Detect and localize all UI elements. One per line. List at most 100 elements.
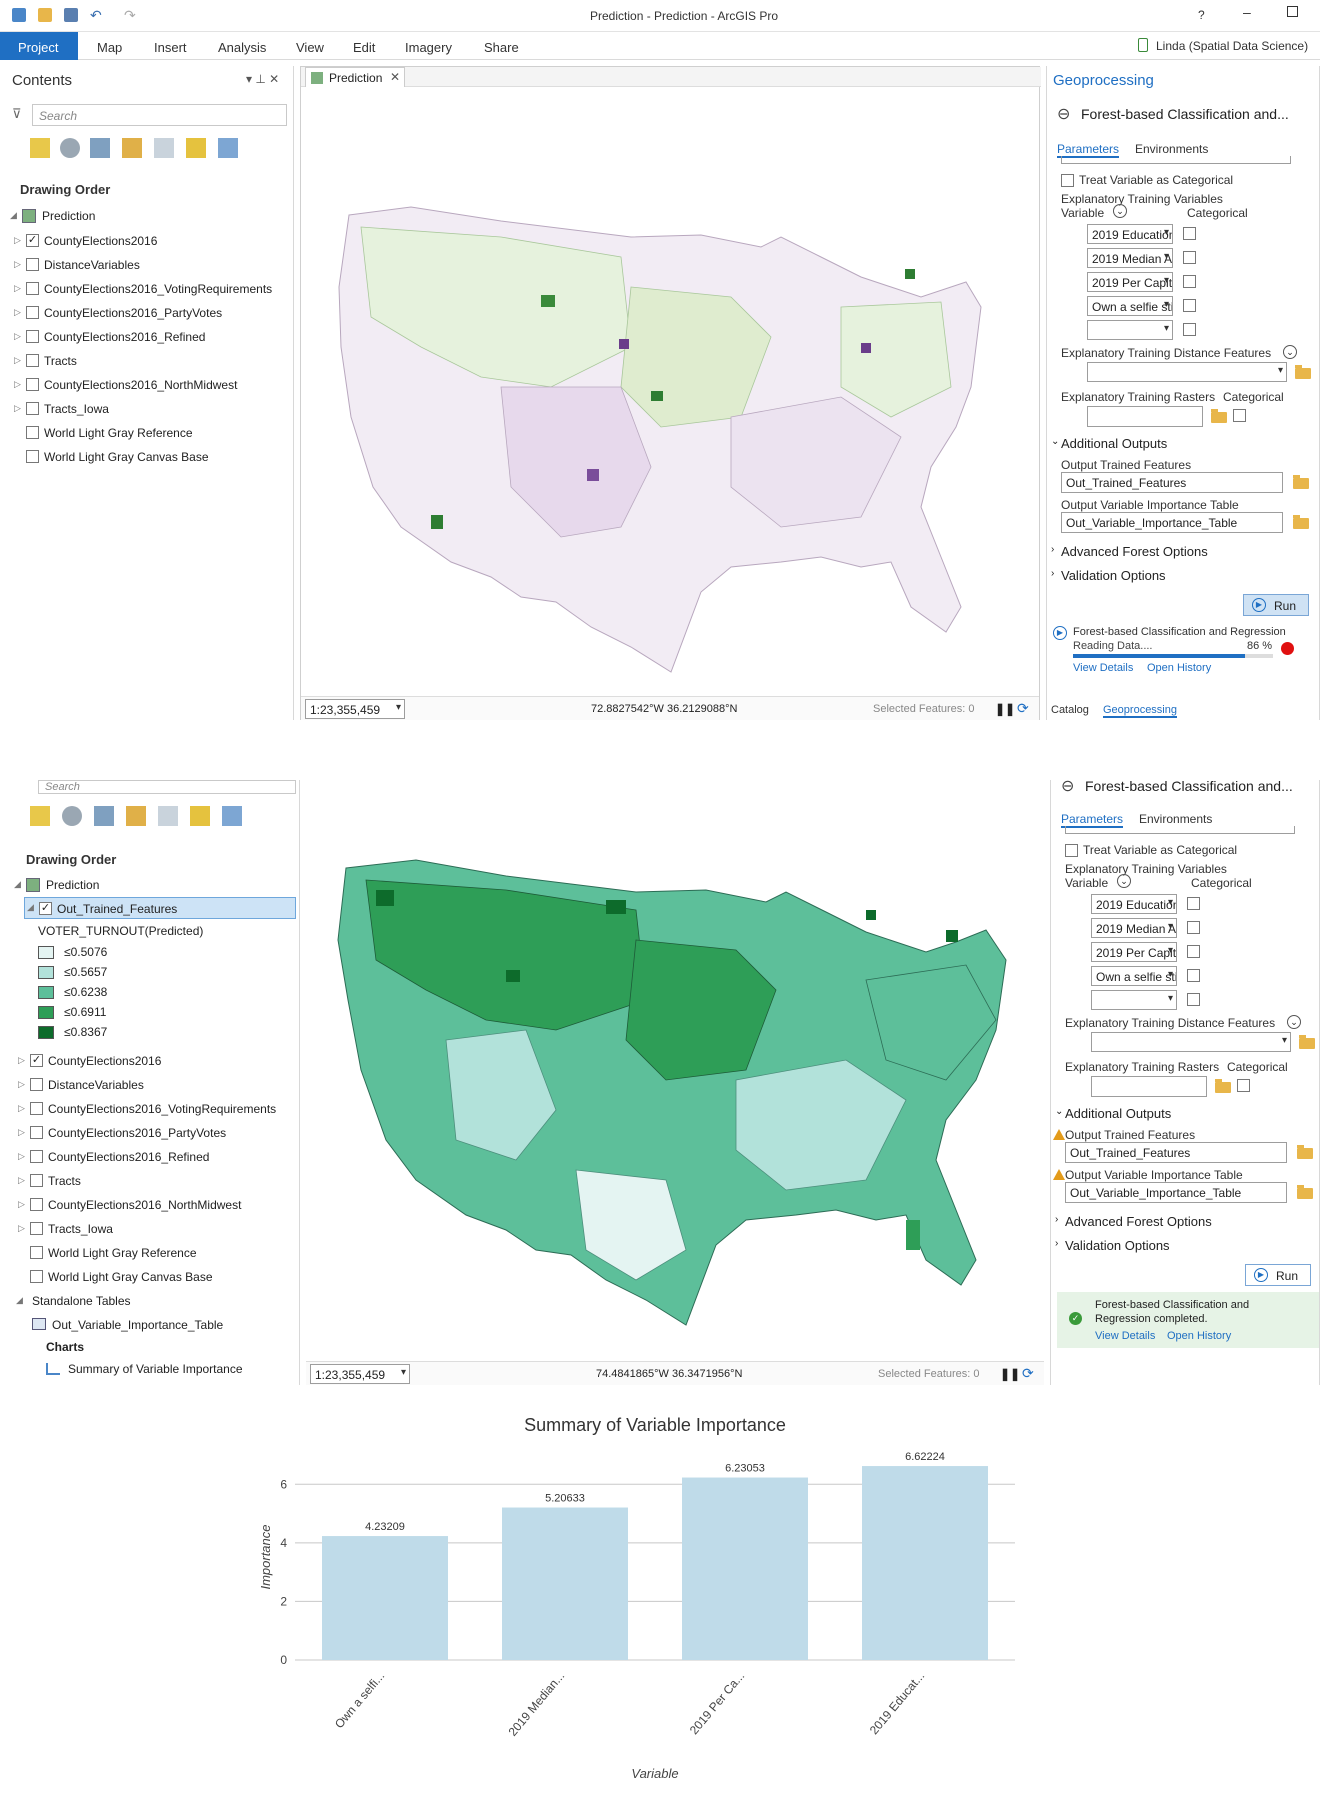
truncated-field[interactable]	[1061, 156, 1291, 164]
rasters-input[interactable]	[1091, 1076, 1207, 1097]
layer-item[interactable]: ▷ CountyElections2016_NorthMidwest	[10, 1194, 290, 1216]
expand-icon[interactable]: ›	[1051, 568, 1054, 579]
layer-visibility-checkbox[interactable]	[26, 258, 39, 271]
layer-visibility-checkbox[interactable]: ✓	[26, 234, 39, 247]
layer-visibility-checkbox[interactable]	[26, 354, 39, 367]
list-by-drawing-order-icon[interactable]	[30, 138, 50, 158]
bar[interactable]	[682, 1477, 808, 1660]
list-by-labeling-icon[interactable]	[186, 138, 206, 158]
layer-visibility-checkbox[interactable]	[26, 330, 39, 343]
tab-environments[interactable]: Environments	[1135, 142, 1208, 156]
out-table-input[interactable]: Out_Variable_Importance_Table	[1065, 1182, 1287, 1203]
view-details-link-2[interactable]: View Details	[1095, 1330, 1155, 1342]
variable-select[interactable]: Own a selfie sti	[1091, 966, 1177, 986]
layer-visibility-checkbox[interactable]	[30, 1270, 43, 1283]
minimize-icon[interactable]: –	[1243, 4, 1251, 20]
tab-environments-2[interactable]: Environments	[1139, 812, 1212, 826]
layer-visibility-checkbox[interactable]	[26, 402, 39, 415]
layer-visibility-checkbox[interactable]	[30, 1102, 43, 1115]
expand-arrow-icon[interactable]: ▷	[18, 1151, 25, 1162]
help-button[interactable]: ?	[1198, 8, 1205, 22]
tab-prediction[interactable]: Prediction ✕	[305, 67, 405, 87]
folder-icon[interactable]	[1295, 365, 1311, 379]
chevron-down-icon[interactable]: ⌄	[1287, 1015, 1301, 1029]
advanced-options-heading[interactable]: Advanced Forest Options	[1065, 1214, 1212, 1229]
redo-icon[interactable]: ↷	[124, 7, 136, 24]
expand-icon[interactable]: ›	[1055, 1238, 1058, 1249]
open-icon[interactable]	[38, 8, 52, 22]
chevron-down-icon[interactable]: ⌄	[1113, 204, 1127, 218]
chevron-down-icon[interactable]: ⌄	[1283, 345, 1297, 359]
expand-arrow-icon[interactable]: ▷	[14, 355, 21, 366]
categorical-checkbox[interactable]	[1187, 993, 1200, 1006]
rasters-input[interactable]	[1087, 406, 1203, 427]
layer-item[interactable]: World Light Gray Canvas Base	[6, 446, 286, 468]
new-project-icon[interactable]	[12, 8, 26, 22]
layer-visibility-checkbox[interactable]	[26, 282, 39, 295]
variable-select[interactable]: Own a selfie sti	[1087, 296, 1173, 316]
pane-menu-icon[interactable]: ▾ ⊥ ✕	[246, 72, 279, 86]
layer-item[interactable]: ▷ CountyElections2016_PartyVotes	[10, 1122, 290, 1144]
variable-select[interactable]	[1087, 320, 1173, 340]
validation-options-heading[interactable]: Validation Options	[1065, 1238, 1170, 1253]
categorical-checkbox[interactable]	[1183, 275, 1196, 288]
expand-arrow-icon[interactable]: ▷	[18, 1079, 25, 1090]
layer-visibility-checkbox[interactable]: ✓	[39, 902, 52, 915]
layer-visibility-checkbox[interactable]	[30, 1126, 43, 1139]
list-by-perspective-icon[interactable]	[218, 138, 238, 158]
out-trained-input[interactable]: Out_Trained_Features	[1061, 472, 1283, 493]
additional-outputs-heading[interactable]: Additional Outputs	[1065, 1106, 1171, 1121]
layer-item[interactable]: ▷ CountyElections2016_VotingRequirements	[10, 1098, 290, 1120]
refresh-icon[interactable]: ⟳	[1022, 1365, 1034, 1382]
pause-icon[interactable]: ❚❚	[1000, 1367, 1020, 1381]
expand-arrow-icon[interactable]: ▷	[14, 259, 21, 270]
layer-visibility-checkbox[interactable]	[30, 1198, 43, 1211]
map-view-2[interactable]: 1:23,355,459 74.4841865°W 36.3471956°N S…	[306, 780, 1046, 1385]
layer-visibility-checkbox[interactable]	[30, 1246, 43, 1259]
layer-out-trained-features[interactable]: ◢ ✓ Out_Trained_Features	[24, 897, 296, 919]
layer-visibility-checkbox[interactable]	[30, 1078, 43, 1091]
layer-item[interactable]: ▷ Tracts_Iowa	[10, 1218, 290, 1240]
layer-item[interactable]: ▷ ✓ CountyElections2016	[6, 230, 286, 252]
treat-categorical-checkbox[interactable]	[1065, 844, 1078, 857]
list-by-drawing-order-icon[interactable]	[30, 806, 50, 826]
run-button[interactable]: ▶ Run	[1243, 594, 1309, 616]
restore-icon[interactable]	[1287, 6, 1298, 17]
view-details-link[interactable]: View Details	[1073, 662, 1133, 674]
list-by-snapping-icon[interactable]	[158, 806, 178, 826]
variable-select[interactable]: 2019 Median A	[1091, 918, 1177, 938]
tab-imagery[interactable]: Imagery	[405, 40, 452, 55]
layer-item[interactable]: World Light Gray Reference	[6, 422, 286, 444]
layer-item[interactable]: World Light Gray Canvas Base	[10, 1266, 290, 1288]
expand-arrow-icon[interactable]: ▷	[14, 307, 21, 318]
tab-view[interactable]: View	[296, 40, 324, 55]
layer-item[interactable]: ▷ CountyElections2016_NorthMidwest	[6, 374, 286, 396]
bar[interactable]	[862, 1466, 988, 1660]
variable-select[interactable]: 2019 Education	[1087, 224, 1173, 244]
bar[interactable]	[322, 1536, 448, 1660]
folder-icon[interactable]	[1297, 1145, 1313, 1159]
expand-arrow-icon[interactable]: ▷	[18, 1199, 25, 1210]
layer-visibility-checkbox[interactable]: ✓	[30, 1054, 43, 1067]
categorical-checkbox[interactable]	[1183, 323, 1196, 336]
expand-arrow-icon[interactable]: ◢	[16, 1295, 23, 1306]
folder-icon[interactable]	[1297, 1185, 1313, 1199]
layer-item[interactable]: ▷ Tracts_Iowa	[6, 398, 286, 420]
tab-edit[interactable]: Edit	[353, 40, 375, 55]
additional-outputs-heading[interactable]: Additional Outputs	[1061, 436, 1167, 451]
layer-item[interactable]: ▷ Tracts	[10, 1170, 290, 1192]
expand-arrow-icon[interactable]: ▷	[18, 1103, 25, 1114]
back-icon[interactable]: ⊖	[1057, 104, 1070, 124]
layer-visibility-checkbox[interactable]	[26, 450, 39, 463]
scale-select[interactable]: 1:23,355,459	[305, 699, 405, 719]
categorical-checkbox[interactable]	[1187, 945, 1200, 958]
treat-categorical-checkbox[interactable]	[1061, 174, 1074, 187]
open-history-link[interactable]: Open History	[1147, 662, 1211, 674]
layer-item[interactable]: ▷ DistanceVariables	[10, 1074, 290, 1096]
validation-options-heading[interactable]: Validation Options	[1061, 568, 1166, 583]
filter-icon[interactable]: ⊽	[12, 106, 22, 122]
list-by-perspective-icon[interactable]	[222, 806, 242, 826]
expand-arrow-icon[interactable]: ▷	[14, 403, 21, 414]
cancel-icon[interactable]	[1281, 642, 1294, 655]
layer-item[interactable]: ▷ ✓ CountyElections2016	[10, 1050, 290, 1072]
